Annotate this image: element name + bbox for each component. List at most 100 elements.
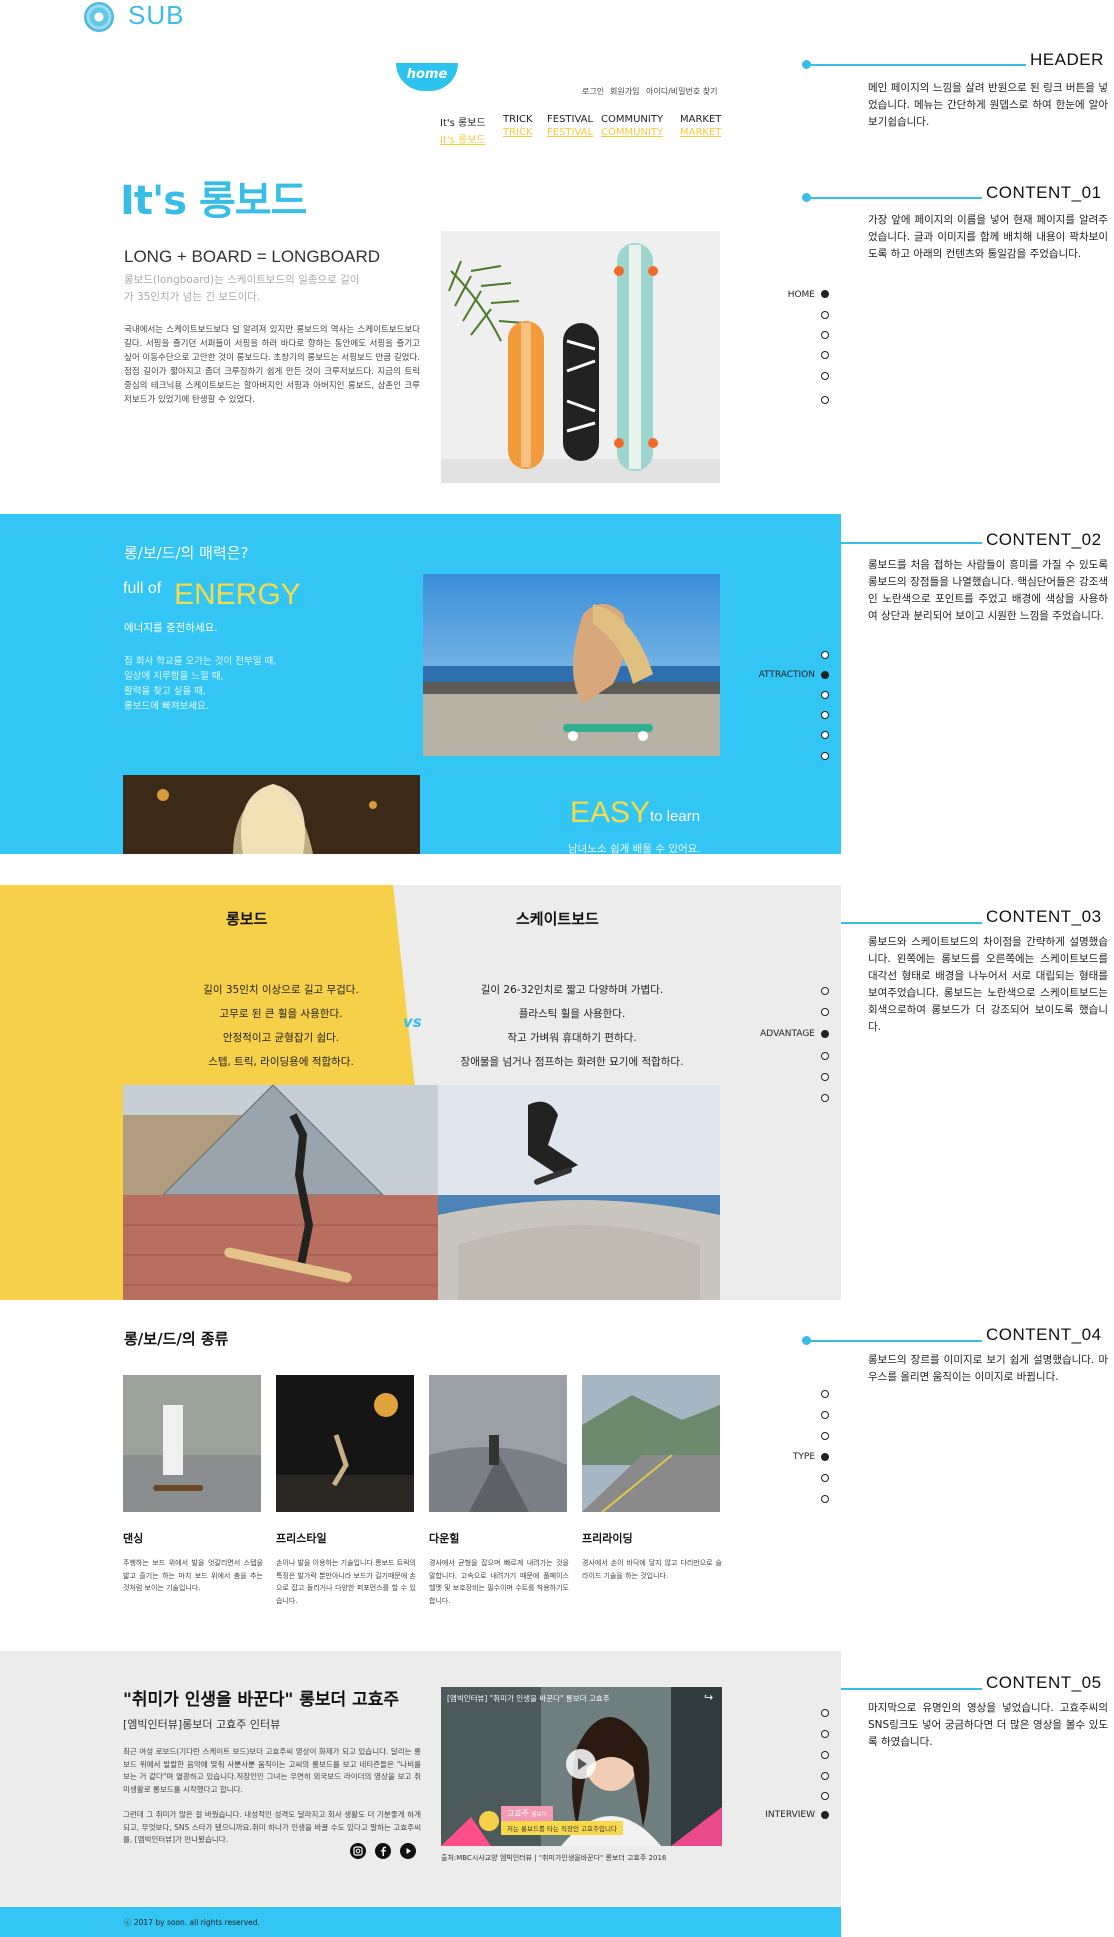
side-nav-dot[interactable]	[821, 1495, 829, 1503]
side-nav-dot[interactable]	[821, 1411, 829, 1419]
energy-list-item: 활력을 찾고 싶을 때,	[124, 686, 206, 697]
sub-logo-icon	[84, 2, 114, 32]
longboard-louvre-photo	[123, 1085, 438, 1300]
gnb-item-market[interactable]: MARKET MARKET	[680, 114, 721, 138]
rider-closeup-photo	[123, 775, 420, 854]
side-nav-dot-advantage[interactable]	[821, 1030, 829, 1038]
gnb-label: COMMUNITY	[601, 114, 664, 125]
annotation-text-content02: 롱보드를 처음 접하는 사람들이 흥미를 가질 수 있도록 롱보드의 장점들을 …	[868, 559, 1108, 622]
feature-line: 고무로 된 큰 휠을 사용한다.	[219, 1008, 343, 1020]
annotation-title-content01: CONTENT_01	[986, 183, 1102, 202]
side-nav-label-type: TYPE	[792, 1452, 815, 1462]
type-card-description: 손이나 발을 이용하는 기술입니다.롱보드 트릭의 특징은 발가락 뿐만아니라 …	[276, 1559, 416, 1605]
type-card-dancing-image[interactable]	[123, 1375, 261, 1512]
annotation-title-content02: CONTENT_02	[986, 530, 1102, 549]
interview-video-player[interactable]: [엠빅인터뷰] "취미가 인생을 바꾼다" 롱보더 고효주 ↪ 고효주 롱보더 …	[441, 1687, 722, 1846]
side-nav-dot[interactable]	[821, 1792, 829, 1800]
side-nav-dot[interactable]	[821, 1751, 829, 1759]
attraction-heading: 롱/보/드/의 매력은?	[124, 544, 249, 562]
side-nav-dot[interactable]	[821, 1772, 829, 1780]
type-card-freeriding-image[interactable]	[582, 1375, 720, 1512]
side-nav-dot[interactable]	[821, 396, 829, 404]
gnb-sub-label: TRICK	[503, 127, 533, 138]
side-nav-dot[interactable]	[821, 1052, 829, 1060]
side-nav-dot[interactable]	[821, 1432, 829, 1440]
video-name-tag: 고효주 롱보더	[501, 1806, 553, 1821]
video-name-sub: 롱보더	[531, 1812, 547, 1818]
type-card-description: 경사에서 균형을 잡으며 빠르게 내려가는 것을 말합니다. 고속으로 내려가기…	[429, 1559, 569, 1605]
youtube-icon[interactable]	[400, 1843, 416, 1859]
instagram-icon[interactable]	[350, 1843, 366, 1859]
interview-subtitle: [엠빅인터뷰]롱보더 고효주 인터뷰	[123, 1718, 281, 1731]
side-nav-dot[interactable]	[821, 1094, 829, 1102]
side-nav-dot-home[interactable]	[821, 290, 829, 298]
energy-list: 집 회사 학교를 오가는 것이 전부일 때, 일상에 지루함을 느낄 때, 활력…	[124, 654, 276, 714]
annotation-title-content05: CONTENT_05	[986, 1673, 1102, 1692]
gnb-item-trick[interactable]: TRICK TRICK	[503, 114, 533, 138]
energy-list-item: 집 회사 학교를 오가는 것이 전부일 때,	[124, 656, 277, 667]
type-card-freestyle-image[interactable]	[276, 1375, 414, 1512]
side-nav-label-attraction: ATTRACTION	[758, 670, 815, 680]
type-card-downhill-image[interactable]	[429, 1375, 567, 1512]
easy-description: 남녀노소 쉽게 배울 수 있어요.	[568, 843, 701, 855]
side-nav-dot[interactable]	[821, 311, 829, 319]
skateboard-column-title: 스케이트보드	[516, 910, 599, 928]
gnb-label: TRICK	[503, 114, 533, 125]
side-nav-dot[interactable]	[821, 331, 829, 339]
gnb-item-festival[interactable]: FESTIVAL FESTIVAL	[547, 114, 593, 138]
video-caption-line: 저는 롱보드를 타는 직장인 고효주입니다	[501, 1821, 623, 1835]
side-nav-label-home: HOME	[787, 290, 815, 300]
side-nav-dot-interview[interactable]	[821, 1811, 829, 1819]
home-button[interactable]: home	[396, 63, 458, 91]
side-nav-dot-type[interactable]	[821, 1453, 829, 1461]
play-button[interactable]	[566, 1749, 596, 1779]
longboard-features: 길이 35인치 이상으로 길고 무겁다. 고무로 된 큰 휠을 사용한다. 안정…	[156, 978, 406, 1074]
side-nav-dot[interactable]	[821, 711, 829, 719]
side-nav-dot[interactable]	[821, 731, 829, 739]
gnb-item-longboard[interactable]: It's 롱보드 It's 롱보드	[440, 114, 486, 146]
interview-body-2: 그런데 그 취미가 많은 걸 바꿨습니다. 내성적인 성격도 달라지고 회사 생…	[123, 1810, 421, 1844]
skateboard-park-photo	[438, 1085, 720, 1300]
content1-body: 국내에서는 스케이트보드보다 덜 알려져 있지만 롱보드의 역사는 스케이트보드…	[124, 325, 420, 405]
feature-line: 플라스틱 휠을 사용한다.	[518, 1008, 626, 1020]
side-nav-dot[interactable]	[821, 651, 829, 659]
facebook-icon[interactable]	[375, 1843, 391, 1859]
annotation-title-content04: CONTENT_04	[986, 1325, 1102, 1344]
annotation-title-content03: CONTENT_03	[986, 907, 1102, 926]
video-title: [엠빅인터뷰] "취미가 인생을 바꾼다" 롱보더 고효주	[447, 1694, 610, 1703]
energy-list-item: 롱보드에 빠져보세요.	[124, 701, 209, 712]
types-heading: 롱/보/드/의 종류	[124, 1330, 229, 1348]
rider-photo	[423, 574, 720, 756]
longboards-photo	[441, 231, 720, 483]
gnb-item-community[interactable]: COMMUNITY COMMUNITY	[601, 114, 663, 138]
type-card-name: 댄싱	[123, 1532, 144, 1545]
login-link[interactable]: 로그인	[582, 86, 604, 97]
side-nav-dot[interactable]	[821, 1474, 829, 1482]
type-card-description: 경사에서 손이 바닥에 닿지 않고 다리만으로 슬라이드 기술을 하는 것입니다…	[582, 1559, 722, 1580]
feature-line: 길이 35인치 이상으로 길고 무겁다.	[203, 984, 359, 996]
content1-description: 롱보드(longboard)는 스케이트보드의 일종으로 길이가 35인치가 넘…	[124, 274, 360, 303]
side-nav-dot[interactable]	[821, 691, 829, 699]
longboard-column-title: 롱보드	[226, 910, 268, 928]
annotation-line	[806, 64, 1026, 66]
side-nav-dot[interactable]	[821, 752, 829, 760]
side-nav-dot[interactable]	[821, 1390, 829, 1398]
type-card-name: 프리스타일	[276, 1532, 327, 1545]
gnb-sub-label: MARKET	[680, 127, 722, 138]
interview-title: "취미가 인생을 바꾼다" 롱보더 고효주	[123, 1690, 399, 1710]
gnb-sub-label: FESTIVAL	[547, 127, 594, 138]
side-nav-dot[interactable]	[821, 1730, 829, 1738]
gnb-sub-label: COMMUNITY	[601, 127, 664, 138]
easy-label: EASY	[570, 796, 651, 829]
side-nav-dot[interactable]	[821, 1073, 829, 1081]
side-nav-dot[interactable]	[821, 351, 829, 359]
find-account-link[interactable]: 아이디/비밀번호 찾기	[646, 86, 717, 97]
side-nav-dot-attraction[interactable]	[821, 671, 829, 679]
share-icon[interactable]: ↪	[704, 1691, 713, 1704]
side-nav-dot[interactable]	[821, 1008, 829, 1016]
side-nav-dot[interactable]	[821, 1709, 829, 1717]
side-nav-dot[interactable]	[821, 987, 829, 995]
feature-line: 장애물을 넘거나 점프하는 화려한 묘기에 적합하다.	[460, 1056, 684, 1068]
side-nav-dot[interactable]	[821, 372, 829, 380]
signup-link[interactable]: 회원가입	[610, 86, 639, 97]
